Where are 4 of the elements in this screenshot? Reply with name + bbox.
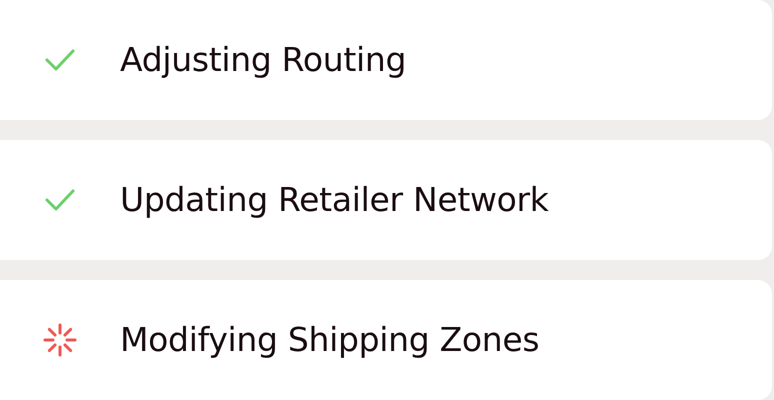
step-label: Adjusting Routing [120,39,406,82]
spinner-icon [42,322,78,358]
step-label: Updating Retailer Network [120,179,549,222]
step-label: Modifying Shipping Zones [120,319,540,362]
